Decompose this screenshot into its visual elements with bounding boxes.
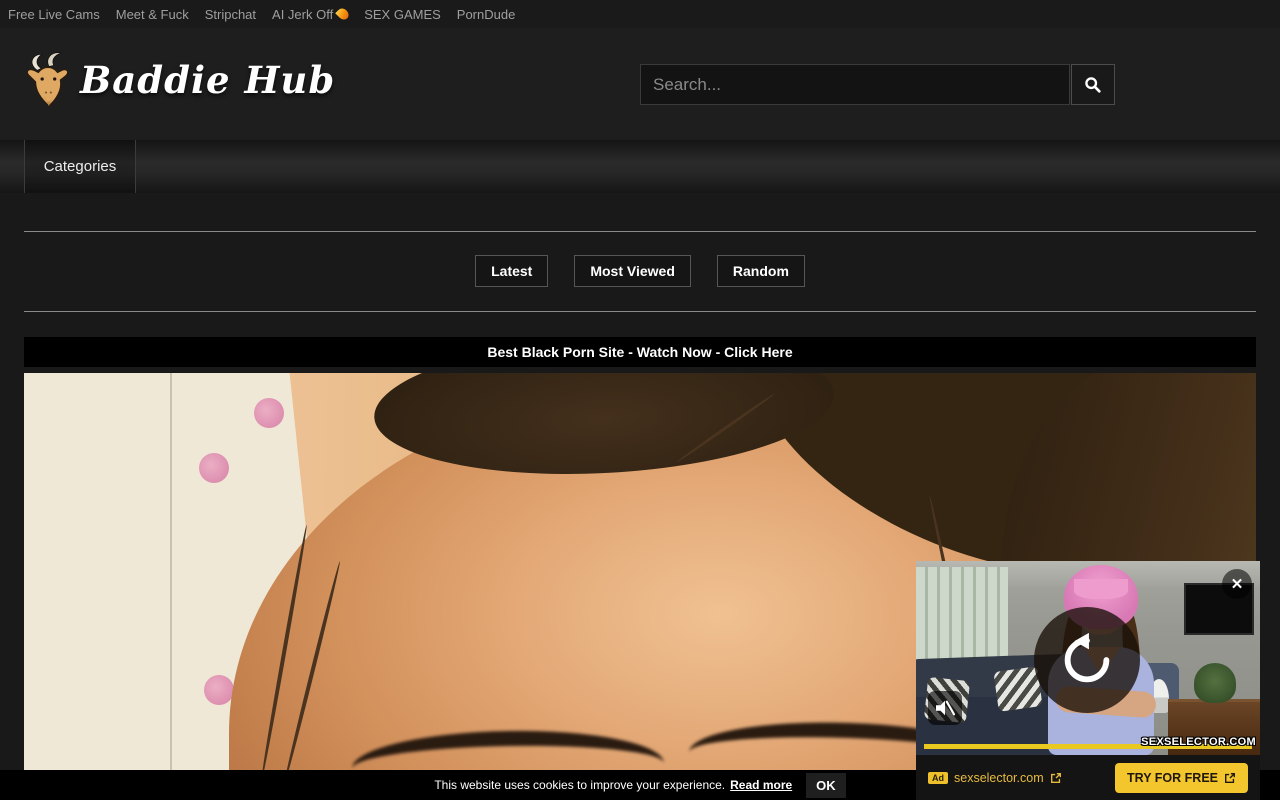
ad-video-player[interactable]: ✕ SEXSELECTOR.COM	[916, 561, 1260, 755]
tab-most-viewed[interactable]: Most Viewed	[574, 255, 691, 287]
replay-icon	[1056, 629, 1118, 691]
nav-item-label: Categories	[44, 158, 117, 175]
cookie-message: This website uses cookies to improve you…	[434, 778, 725, 792]
tab-label: Latest	[491, 263, 532, 279]
divider-line	[24, 311, 1256, 312]
link-label: Meet & Fuck	[116, 7, 189, 22]
page-root: Free Live Cams Meet & Fuck Stripchat AI …	[0, 0, 1280, 800]
topbar-link-sex-games[interactable]: SEX GAMES	[364, 7, 441, 22]
polka-dot	[199, 453, 229, 483]
search-bar	[640, 64, 1115, 105]
tab-label: Random	[733, 263, 789, 279]
link-label: Free Live Cams	[8, 7, 100, 22]
polka-dot	[254, 398, 284, 428]
divider-line	[24, 231, 1256, 232]
video-ad-overlay: ✕ SEXSELECTOR.COM Ad sexselector.com	[916, 561, 1260, 800]
ad-close-button[interactable]: ✕	[1222, 569, 1252, 599]
link-label: PornDude	[457, 7, 516, 22]
link-label: AI Jerk Off	[272, 7, 333, 22]
mute-button[interactable]	[928, 691, 962, 725]
site-title: Baddie Hub	[80, 58, 335, 102]
topbar-link-free-live-cams[interactable]: Free Live Cams	[8, 7, 100, 22]
muted-speaker-icon	[935, 699, 955, 717]
ad-scene-person-bangs	[1074, 579, 1128, 599]
flame-icon	[335, 6, 351, 22]
ad-brand-watermark: SEXSELECTOR.COM	[1141, 736, 1256, 748]
read-more-link[interactable]: Read more	[730, 778, 792, 792]
topbar-link-ai-jerk-off[interactable]: AI Jerk Off	[272, 7, 348, 22]
categories-nav: Categories	[0, 140, 1280, 193]
search-button[interactable]	[1071, 64, 1115, 105]
link-label: Stripchat	[205, 7, 256, 22]
ad-info-bar: Ad sexselector.com TRY FOR FREE	[916, 755, 1260, 800]
cta-label: TRY FOR FREE	[1127, 771, 1218, 785]
topbar-link-meet-and-fuck[interactable]: Meet & Fuck	[116, 7, 189, 22]
ad-cta-button[interactable]: TRY FOR FREE	[1115, 763, 1248, 793]
topbar-link-stripchat[interactable]: Stripchat	[205, 7, 256, 22]
search-input[interactable]	[640, 64, 1070, 105]
top-links-bar: Free Live Cams Meet & Fuck Stripchat AI …	[0, 0, 1280, 28]
external-link-icon	[1224, 772, 1236, 784]
topbar-link-porndude[interactable]: PornDude	[457, 7, 516, 22]
site-logo[interactable]: Baddie Hub	[20, 50, 335, 110]
polka-dot	[204, 675, 234, 705]
site-header: Baddie Hub	[0, 28, 1280, 140]
filter-tabs: Latest Most Viewed Random	[0, 255, 1280, 287]
promo-banner-link[interactable]: Best Black Porn Site - Watch Now - Click…	[24, 337, 1256, 367]
nav-item-categories[interactable]: Categories	[24, 140, 136, 193]
replay-button[interactable]	[1034, 607, 1140, 713]
link-label: SEX GAMES	[364, 7, 441, 22]
ad-badge: Ad	[928, 772, 948, 784]
tab-latest[interactable]: Latest	[475, 255, 548, 287]
tab-label: Most Viewed	[590, 263, 675, 279]
cookie-ok-button[interactable]: OK	[806, 773, 846, 798]
ad-scene-plant	[1194, 663, 1236, 703]
wall-seam	[170, 373, 172, 800]
tab-random[interactable]: Random	[717, 255, 805, 287]
external-link-icon	[1050, 772, 1062, 784]
goat-icon	[20, 50, 74, 110]
ad-advertiser-block: Ad sexselector.com	[928, 771, 1062, 785]
advertiser-link[interactable]: sexselector.com	[954, 771, 1044, 785]
search-icon	[1084, 76, 1102, 94]
